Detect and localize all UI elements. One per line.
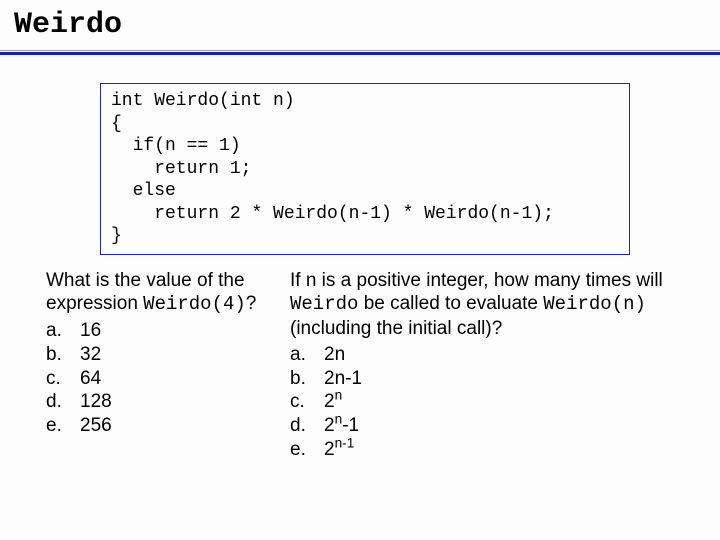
list-item: b.32 [46, 343, 290, 367]
list-item: a.2n [290, 343, 690, 367]
option-label: d. [46, 390, 80, 414]
option-label: b. [46, 343, 80, 367]
option-label: d. [290, 414, 324, 438]
page-title: Weirdo [0, 8, 720, 48]
question-1: What is the value of the expression Weir… [46, 269, 290, 462]
question-2-text-pre: If n is a positive integer, how many tim… [290, 270, 663, 291]
list-item: c.64 [46, 367, 290, 391]
question-2-options: a.2n b.2n-1 c.2n d.2n-1 e.2n-1 [290, 343, 690, 462]
list-item: d.2n-1 [290, 414, 690, 438]
question-2-text-mid: be called to evaluate [358, 293, 543, 314]
question-2-code-1: Weirdo [290, 293, 358, 315]
question-2-text-post: (including the initial call)? [290, 318, 502, 339]
question-1-text-post: ? [246, 293, 257, 314]
option-label: b. [290, 367, 324, 391]
option-label: a. [290, 343, 324, 367]
option-value: 16 [80, 320, 101, 341]
option-value: 2n-1 [324, 439, 354, 460]
list-item: b.2n-1 [290, 367, 690, 391]
option-value: 2n [324, 344, 345, 365]
option-label: c. [290, 390, 324, 414]
option-label: a. [46, 319, 80, 343]
option-value: 256 [80, 415, 112, 436]
option-value: 64 [80, 368, 101, 389]
option-label: e. [290, 438, 324, 462]
option-value: 2n-1 [324, 415, 359, 436]
question-1-options: a.16 b.32 c.64 d.128 e.256 [46, 319, 290, 438]
option-value: 2n-1 [324, 368, 362, 389]
slide: Weirdo int Weirdo(int n) { if(n == 1) re… [0, 0, 720, 540]
question-1-prompt: What is the value of the expression Weir… [46, 269, 290, 318]
option-value: 32 [80, 344, 101, 365]
option-label: c. [46, 367, 80, 391]
option-value: 2n [324, 391, 342, 412]
list-item: d.128 [46, 390, 290, 414]
option-label: e. [46, 414, 80, 438]
option-value: 128 [80, 391, 112, 412]
title-divider [0, 50, 720, 55]
questions-row: What is the value of the expression Weir… [46, 269, 720, 462]
question-2-prompt: If n is a positive integer, how many tim… [290, 269, 690, 341]
question-2-code-2: Weirdo(n) [543, 293, 646, 315]
list-item: c.2n [290, 390, 690, 414]
list-item: a.16 [46, 319, 290, 343]
list-item: e.256 [46, 414, 290, 438]
code-block: int Weirdo(int n) { if(n == 1) return 1;… [100, 83, 630, 255]
question-1-code: Weirdo(4) [143, 293, 246, 315]
question-2: If n is a positive integer, how many tim… [290, 269, 690, 462]
list-item: e.2n-1 [290, 438, 690, 462]
